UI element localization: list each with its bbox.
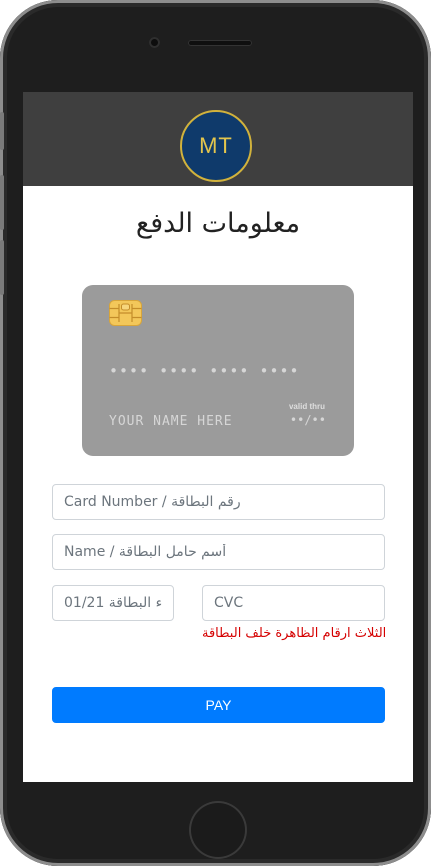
valid-thru-label: valid thru — [288, 402, 325, 411]
credit-card-preview: •••• •••• •••• •••• YOUR NAME HERE valid… — [82, 285, 354, 456]
card-chip-icon — [109, 300, 142, 326]
app-header: MT — [23, 92, 413, 186]
cvc-hint-text: الثلاث ارقام الظاهرة خلف البطاقة — [202, 626, 387, 641]
brand-logo: MT — [180, 110, 252, 182]
phone-volume-down — [0, 240, 4, 295]
page-title: معلومات الدفع — [135, 208, 301, 239]
cardholder-name-input[interactable] — [52, 534, 385, 570]
app-screen: MT معلومات الدفع •••• •••• •••• •••• YOU… — [23, 92, 413, 782]
card-number-preview: •••• •••• •••• •••• — [109, 362, 300, 380]
valid-thru-date: ••/•• — [289, 413, 326, 427]
phone-volume-up — [0, 175, 4, 230]
cvc-input[interactable] — [202, 585, 385, 621]
phone-mute-switch — [0, 112, 4, 150]
phone-frame: MT معلومات الدفع •••• •••• •••• •••• YOU… — [0, 0, 431, 866]
pay-button[interactable]: PAY — [52, 687, 385, 723]
card-number-input[interactable] — [52, 484, 385, 520]
expiry-date-input[interactable] — [52, 585, 174, 621]
front-camera — [149, 37, 160, 48]
earpiece-speaker — [188, 40, 252, 46]
home-button[interactable] — [189, 801, 247, 859]
card-holder-preview: YOUR NAME HERE — [109, 414, 233, 429]
